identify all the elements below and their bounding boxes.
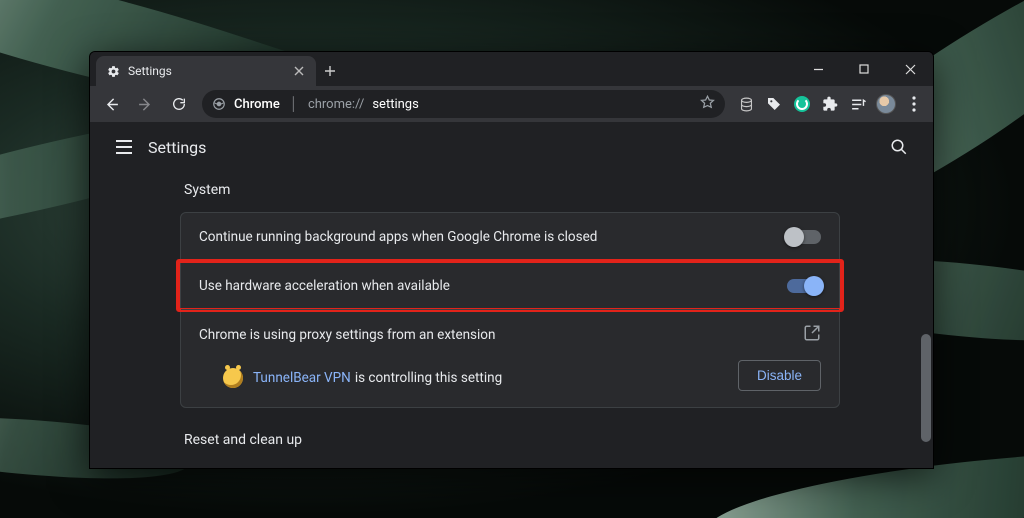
toolbar: Chrome │ chrome:// settings [90, 86, 933, 122]
settings-scroll-area[interactable]: System Continue running background apps … [90, 172, 919, 468]
tunnelbear-icon [223, 368, 243, 388]
extensions-puzzle-icon[interactable] [817, 91, 843, 117]
extension-icons [733, 91, 927, 117]
settings-page: Settings System Continue running backgro… [90, 122, 933, 468]
scrollbar-thumb[interactable] [921, 334, 931, 442]
window-controls [795, 52, 933, 86]
bookmark-star-icon[interactable] [700, 95, 715, 114]
browser-tab[interactable]: Settings [96, 56, 316, 86]
playlist-extension-icon[interactable] [845, 91, 871, 117]
tab-title: Settings [128, 64, 172, 78]
controlling-extension-row: TunnelBear VPN is controlling this setti… [181, 360, 839, 407]
omnibox-path: settings [372, 97, 418, 112]
close-window-button[interactable] [887, 52, 933, 86]
profile-avatar[interactable] [873, 91, 899, 117]
scrollbar-track[interactable] [921, 172, 931, 466]
chrome-window: Settings Chrome │ c [90, 52, 933, 468]
extension-controlling-text: is controlling this setting [355, 370, 502, 386]
system-settings-card: Continue running background apps when Go… [180, 212, 840, 408]
page-title: Settings [148, 138, 206, 157]
section-heading-system: System [180, 172, 840, 212]
site-info-icon[interactable] [212, 97, 226, 111]
gear-icon [106, 64, 120, 78]
row-background-apps: Continue running background apps when Go… [181, 213, 839, 261]
chrome-menu-button[interactable] [901, 91, 927, 117]
settings-search-button[interactable] [881, 129, 917, 165]
reload-button[interactable] [164, 89, 194, 119]
database-extension-icon[interactable] [733, 91, 759, 117]
extension-name-link[interactable]: TunnelBear VPN [253, 370, 351, 386]
open-external-icon[interactable] [803, 324, 821, 346]
minimize-button[interactable] [795, 52, 841, 86]
tag-extension-icon[interactable] [761, 91, 787, 117]
section-heading-reset: Reset and clean up [180, 408, 840, 462]
row-proxy-extension: Chrome is using proxy settings from an e… [181, 309, 839, 360]
background-apps-toggle[interactable] [787, 230, 821, 244]
new-tab-button[interactable] [316, 57, 344, 85]
hardware-acceleration-toggle[interactable] [787, 279, 821, 293]
address-bar[interactable]: Chrome │ chrome:// settings [202, 90, 725, 118]
settings-appbar: Settings [90, 122, 933, 172]
titlebar: Settings [90, 52, 933, 86]
row-label: Chrome is using proxy settings from an e… [199, 327, 495, 343]
row-hardware-acceleration: Use hardware acceleration when available [181, 261, 839, 309]
hamburger-menu-button[interactable] [106, 129, 142, 165]
grammarly-extension-icon[interactable] [789, 91, 815, 117]
omnibox-path-dim: chrome:// [308, 97, 364, 112]
back-button[interactable] [96, 89, 126, 119]
omnibox-host: Chrome [234, 97, 280, 112]
row-label: Continue running background apps when Go… [199, 229, 597, 245]
close-tab-icon[interactable] [292, 64, 306, 78]
row-label: Use hardware acceleration when available [199, 278, 450, 294]
forward-button[interactable] [130, 89, 160, 119]
omnibox-separator: │ [290, 96, 298, 112]
disable-extension-button[interactable]: Disable [738, 360, 821, 391]
maximize-button[interactable] [841, 52, 887, 86]
